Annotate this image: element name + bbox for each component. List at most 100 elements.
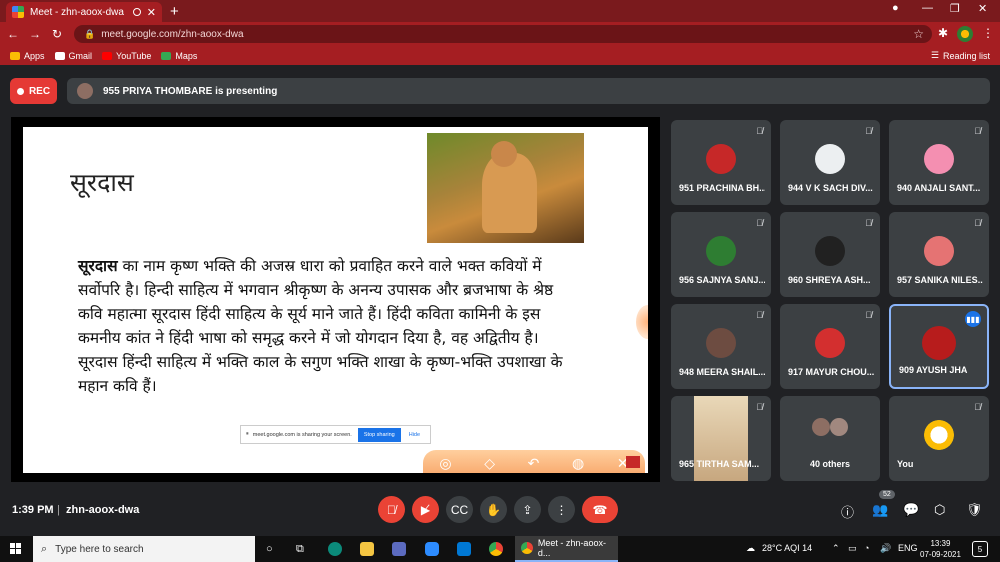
avatar bbox=[830, 418, 848, 436]
bookmark-apps[interactable]: Apps bbox=[10, 51, 45, 61]
drag-handle-icon[interactable]: ⏸ bbox=[246, 431, 249, 438]
people-count-badge: 52 bbox=[879, 490, 895, 499]
chrome-icon bbox=[521, 542, 533, 554]
bookmark-maps[interactable]: Maps bbox=[161, 51, 197, 61]
new-tab-button[interactable]: + bbox=[170, 3, 179, 20]
participant-tile[interactable]: 🎙̸ 957 SANIKA NILES... bbox=[889, 212, 989, 297]
activities-icon[interactable]: ⬡ bbox=[934, 502, 945, 518]
avatar bbox=[706, 144, 736, 174]
address-bar[interactable]: 🔒 meet.google.com/zhn-aoox-dwa ☆ bbox=[74, 25, 932, 43]
bookmark-gmail[interactable]: Gmail bbox=[54, 51, 92, 61]
reading-list-button[interactable]: ☰ Reading list bbox=[931, 50, 990, 61]
task-view-icon[interactable]: ⧉ bbox=[296, 543, 304, 556]
wifi-icon[interactable]: ◔ bbox=[864, 543, 869, 553]
participant-tile[interactable]: 🎙̸ 956 SAJNYA SANJ... bbox=[671, 212, 771, 297]
apps-grid-icon bbox=[10, 51, 20, 60]
more-options-button[interactable]: ⋮ bbox=[548, 496, 575, 523]
back-arrow-icon[interactable]: ← bbox=[4, 27, 22, 41]
avatar bbox=[924, 420, 954, 450]
participant-tile-video[interactable]: 🎙̸ 965 TIRTHA SAM... bbox=[671, 396, 771, 481]
recording-button[interactable]: REC bbox=[10, 78, 57, 104]
participant-tile[interactable]: 🎙̸ 951 PRACHINA BH... bbox=[671, 120, 771, 205]
bookmarks-bar: Apps Gmail YouTube Maps ☰ Reading list bbox=[0, 46, 1000, 65]
chrome-icon[interactable] bbox=[489, 542, 503, 556]
people-icon[interactable]: 👥 bbox=[872, 502, 888, 518]
record-dot-icon bbox=[16, 87, 24, 95]
weather-icon[interactable]: ☁ bbox=[746, 543, 755, 554]
forward-arrow-icon[interactable]: → bbox=[26, 27, 44, 41]
close-window-button[interactable]: ✕ bbox=[978, 2, 987, 15]
present-button[interactable]: ⇪ bbox=[514, 496, 541, 523]
stop-sharing-button[interactable]: Stop sharing bbox=[357, 427, 401, 442]
camera-toggle-button[interactable]: ▶̸ bbox=[412, 496, 439, 523]
search-icon: ⌕ bbox=[41, 542, 48, 555]
edge-icon[interactable] bbox=[328, 542, 342, 556]
windows-start-icon[interactable] bbox=[10, 543, 21, 554]
reload-icon[interactable]: ↻ bbox=[48, 27, 66, 41]
participant-tile[interactable]: 🎙̸ 917 MAYUR CHOU... bbox=[780, 304, 880, 389]
info-icon[interactable]: ⓘ bbox=[841, 502, 854, 521]
bookmark-star-icon[interactable]: ☆ bbox=[913, 27, 924, 41]
volume-icon[interactable]: 🔊 bbox=[880, 543, 891, 554]
participant-tile-speaking[interactable]: ▮▮▮ 909 AYUSH JHA bbox=[889, 304, 989, 389]
restore-button[interactable]: ❐ bbox=[950, 2, 960, 15]
mic-toggle-button[interactable]: 🎙̸ bbox=[378, 496, 405, 523]
cortana-icon[interactable]: ○ bbox=[266, 543, 273, 555]
bookmark-youtube[interactable]: YouTube bbox=[102, 51, 151, 61]
camera-icon[interactable]: ◎ bbox=[439, 455, 451, 472]
language-indicator[interactable]: ENG bbox=[898, 543, 918, 553]
lock-icon[interactable]: 🔒 bbox=[84, 29, 95, 40]
reading-list-icon: ☰ bbox=[930, 50, 939, 60]
participant-tile[interactable]: 🎙̸ 948 MEERA SHAIL... bbox=[671, 304, 771, 389]
meeting-time: 1:39 PM bbox=[12, 504, 54, 516]
undo-icon[interactable]: ↶ bbox=[528, 455, 540, 472]
zoom-icon[interactable] bbox=[425, 542, 439, 556]
tray-chevron-icon[interactable]: ⌃ bbox=[832, 543, 840, 554]
taskbar-active-chrome[interactable]: Meet - zhn-aoox-d... bbox=[515, 536, 618, 562]
file-explorer-icon[interactable] bbox=[360, 542, 374, 556]
extensions-icon[interactable]: ✱ bbox=[938, 26, 948, 40]
raise-hand-button[interactable]: ✋ bbox=[480, 496, 507, 523]
gmail-icon bbox=[54, 51, 65, 60]
windows-taskbar: ⌕ Type here to search ○ ⧉ Meet - zhn-aoo… bbox=[0, 536, 1000, 562]
eraser-icon[interactable]: ◇ bbox=[484, 455, 495, 472]
browser-tab-meet[interactable]: Meet - zhn-aoox-dwa ✕ bbox=[6, 2, 162, 22]
self-tile[interactable]: 🎙̸ You bbox=[889, 396, 989, 481]
avatar bbox=[706, 328, 736, 358]
slide-edge-handle bbox=[636, 305, 648, 339]
others-tile[interactable]: 40 others bbox=[780, 396, 880, 481]
leave-call-button[interactable]: ☎ bbox=[582, 496, 618, 523]
participant-tile[interactable]: 🎙̸ 944 V K SACH DIV... bbox=[780, 120, 880, 205]
presenting-banner[interactable]: 955 PRIYA THOMBARE is presenting bbox=[67, 78, 990, 104]
host-controls-icon[interactable]: 🛡 bbox=[966, 502, 983, 518]
shared-slide: सूरदास सूरदास का नाम कृष्ण भक्ति की अजस्… bbox=[23, 127, 648, 473]
avatar bbox=[922, 326, 956, 360]
mail-icon[interactable] bbox=[457, 542, 471, 556]
mic-off-icon: 🎙̸ bbox=[756, 218, 763, 228]
hide-button[interactable]: Hide bbox=[409, 432, 420, 438]
browser-menu-icon[interactable]: ⋮ bbox=[982, 26, 994, 40]
profile-avatar[interactable] bbox=[957, 26, 973, 42]
palette-icon[interactable]: ◍ bbox=[572, 455, 584, 472]
mic-off-icon: 🎙̸ bbox=[756, 402, 763, 412]
captions-button[interactable]: CC bbox=[446, 496, 473, 523]
chat-icon[interactable]: 💬 bbox=[903, 502, 919, 518]
mic-off-icon: 🎙̸ bbox=[974, 402, 981, 412]
recording-indicator-icon bbox=[132, 8, 141, 16]
battery-icon[interactable]: ▭ bbox=[848, 543, 857, 554]
more-vert-icon: ⋮ bbox=[555, 502, 568, 517]
taskbar-clock[interactable]: 13:39 07-09-2021 bbox=[920, 538, 961, 560]
tab-title: Meet - zhn-aoox-dwa bbox=[30, 6, 124, 18]
weather-text[interactable]: 28°C AQI 14 bbox=[762, 543, 812, 553]
speaking-indicator-icon: ▮▮▮ bbox=[965, 311, 981, 327]
tab-search-icon[interactable]: ● bbox=[892, 2, 899, 14]
minimize-button[interactable]: — bbox=[922, 2, 933, 14]
participant-tile[interactable]: 🎙̸ 960 SHREYA ASH... bbox=[780, 212, 880, 297]
participant-tile[interactable]: 🎙̸ 940 ANJALI SANT... bbox=[889, 120, 989, 205]
taskbar-search[interactable]: ⌕ Type here to search bbox=[33, 536, 255, 562]
notification-center-icon[interactable]: 5 bbox=[972, 541, 988, 557]
meeting-code: zhn-aoox-dwa bbox=[66, 504, 140, 516]
meet-main: REC 955 PRIYA THOMBARE is presenting सूर… bbox=[0, 65, 1000, 536]
store-icon[interactable] bbox=[392, 542, 406, 556]
tab-close-icon[interactable]: ✕ bbox=[147, 6, 156, 19]
